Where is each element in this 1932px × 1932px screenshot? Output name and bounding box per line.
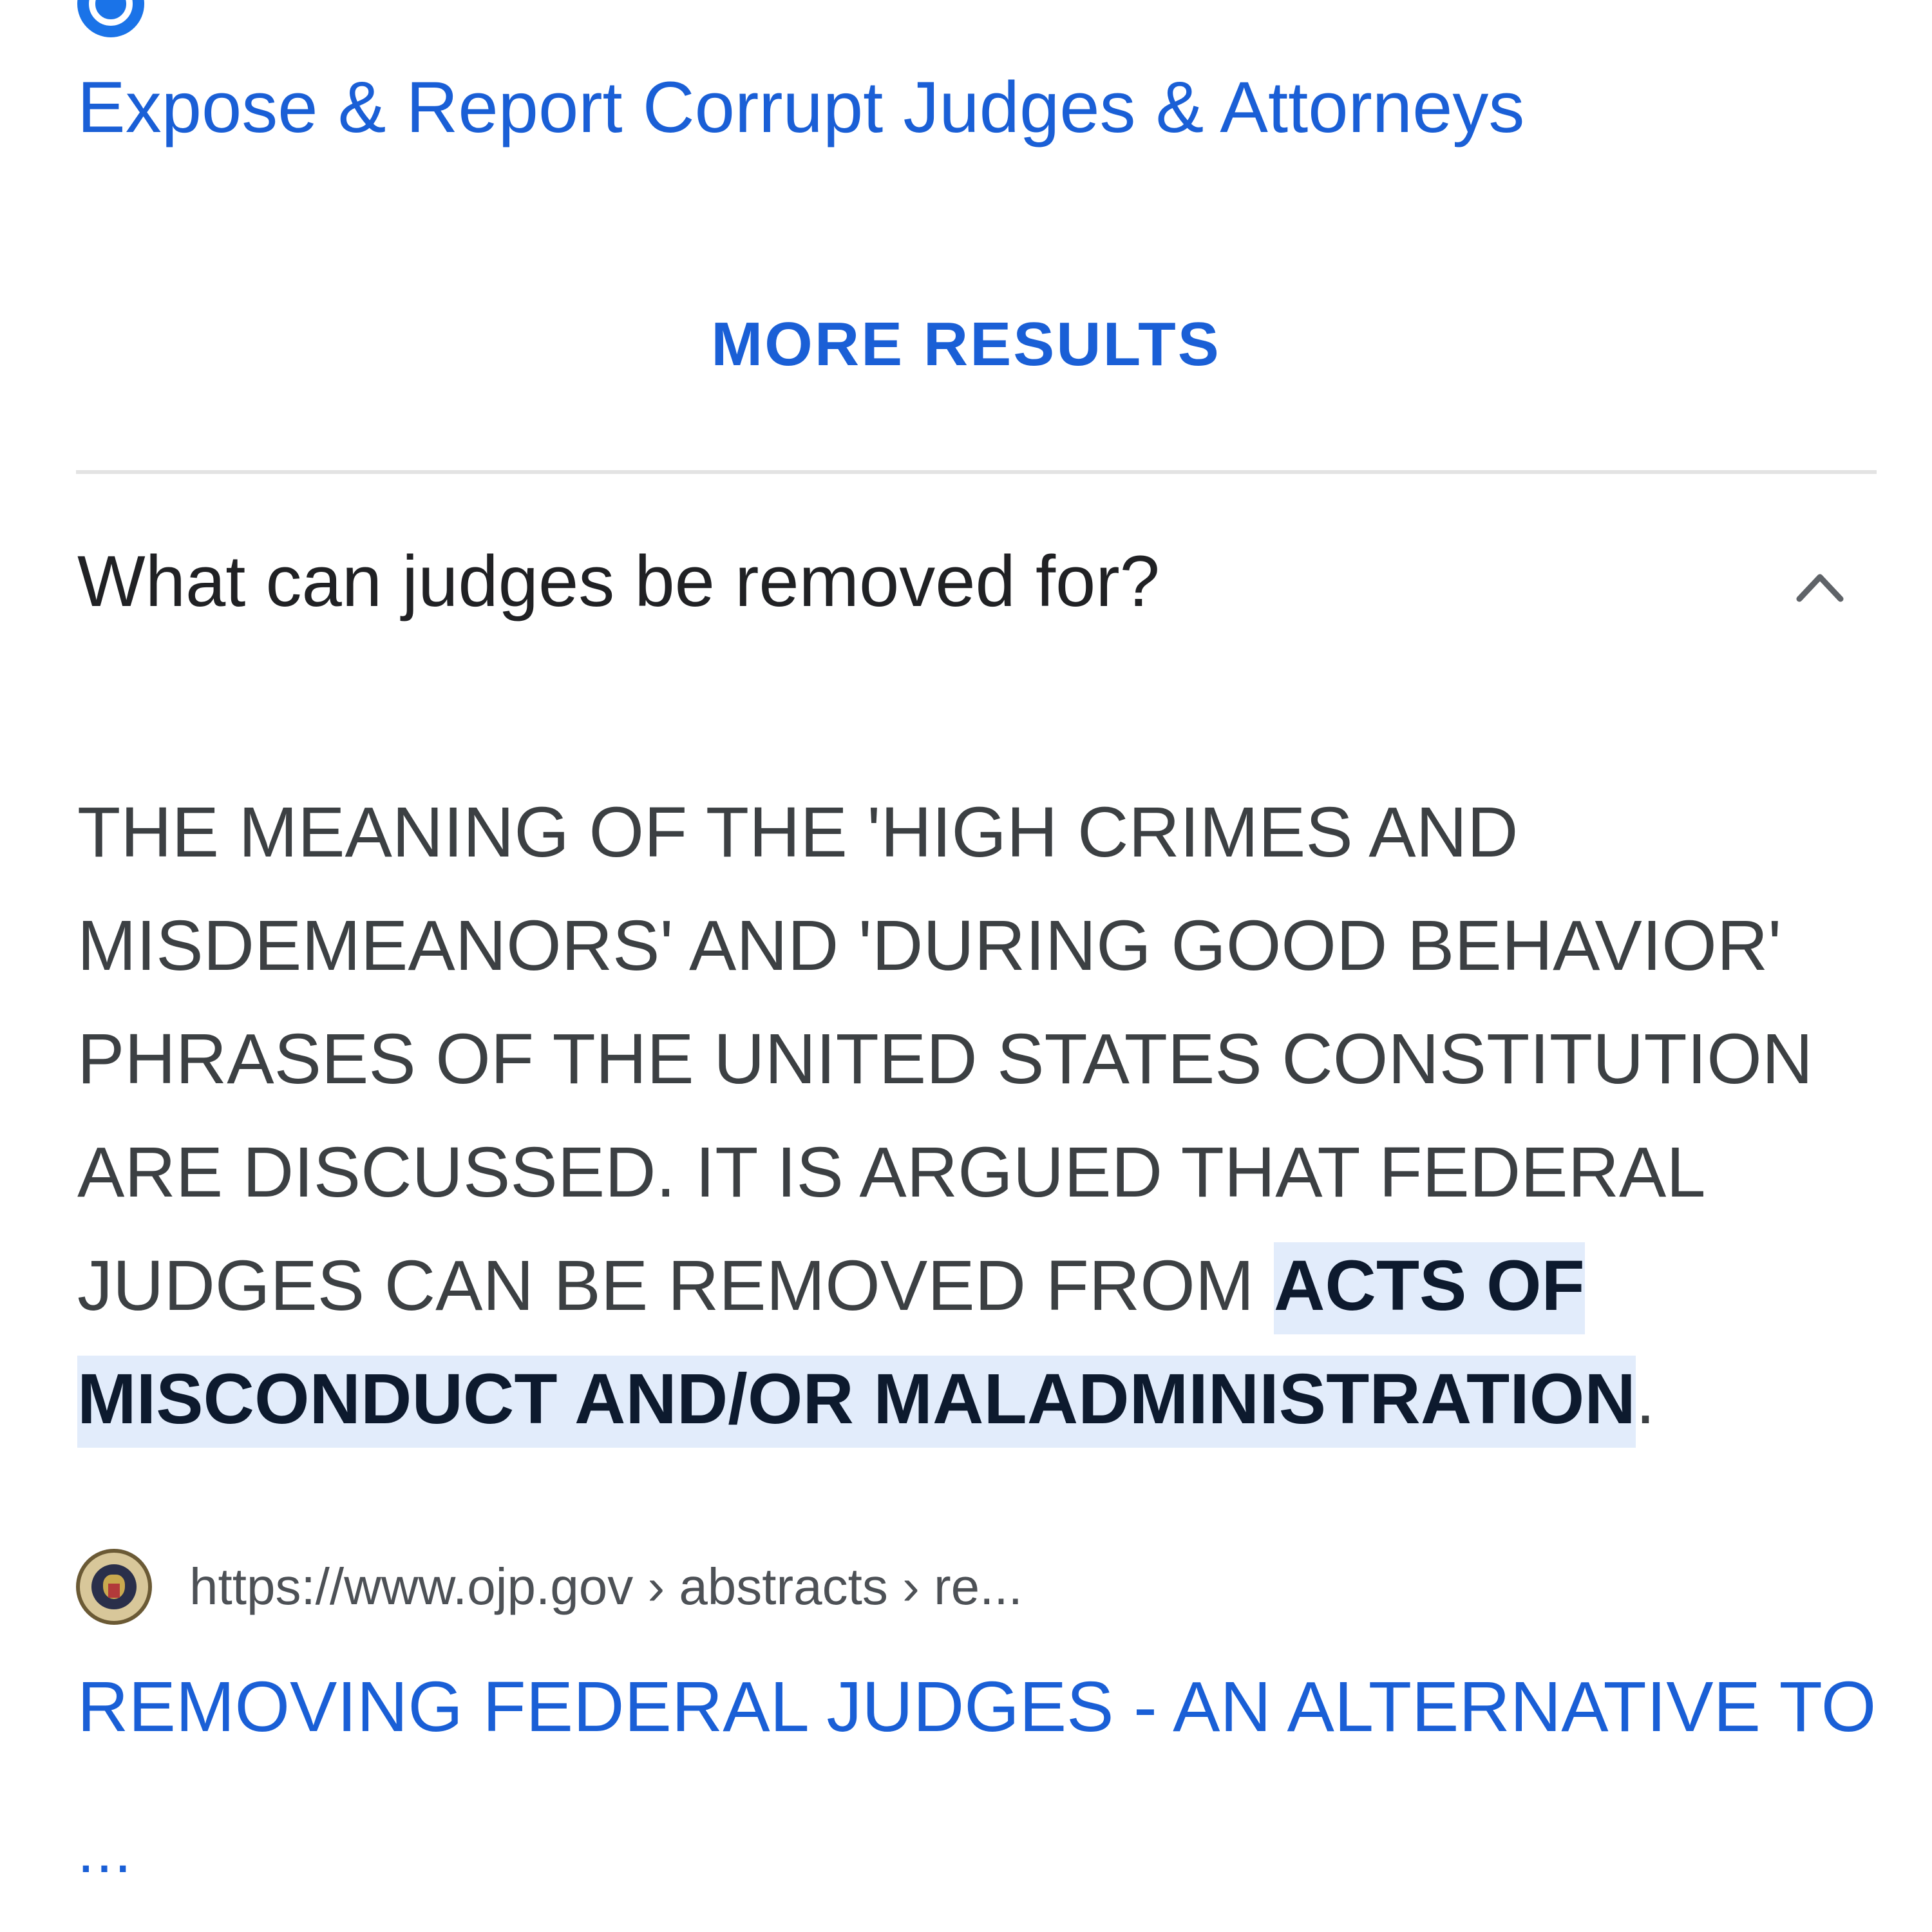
answer-line: MISCONDUCT AND/OR MALADMINISTRATION. xyxy=(77,1343,1868,1456)
chevron-up-icon[interactable] xyxy=(1794,567,1846,605)
answer-source[interactable]: https://www.ojp.gov › abstracts › re... xyxy=(76,1549,1023,1625)
result-title-link[interactable]: Expose & Report Corrupt Judges & Attorne… xyxy=(77,64,1524,151)
answer-line: MISDEMEANORS' AND 'DURING GOOD BEHAVIOR' xyxy=(77,906,1782,985)
source-url: https://www.ojp.gov › abstracts › re... xyxy=(189,1558,1023,1615)
search-results-page: Expose & Report Corrupt Judges & Attorne… xyxy=(0,0,1932,1932)
faq-answer: THE MEANING OF THE 'HIGH CRIMES AND MISD… xyxy=(77,776,1868,1456)
answer-text: . xyxy=(1635,1359,1656,1439)
answer-line: PHRASES OF THE UNITED STATES CONSTITUTIO… xyxy=(77,1019,1814,1099)
source-title-link[interactable]: REMOVING FEDERAL JUDGES - AN ALTERNATIVE… xyxy=(77,1665,1876,1750)
answer-text: JUDGES CAN BE REMOVED FROM xyxy=(77,1246,1274,1325)
top-result-source[interactable] xyxy=(77,0,688,37)
top-result-url xyxy=(173,0,688,23)
faq-question[interactable]: What can judges be removed for? xyxy=(77,540,1160,623)
answer-highlight: MISCONDUCT AND/OR MALADMINISTRATION xyxy=(77,1356,1636,1448)
answer-line: JUDGES CAN BE REMOVED FROM ACTS OF xyxy=(77,1229,1868,1343)
answer-highlight: ACTS OF xyxy=(1273,1242,1585,1334)
divider xyxy=(76,470,1877,474)
doj-seal-icon xyxy=(76,1549,152,1625)
more-results-button[interactable]: MORE RESULTS xyxy=(0,309,1932,380)
globe-icon xyxy=(77,0,144,37)
source-title-ellipsis[interactable]: ... xyxy=(77,1816,133,1887)
answer-line: ARE DISCUSSED. IT IS ARGUED THAT FEDERAL xyxy=(77,1133,1706,1212)
answer-line: THE MEANING OF THE 'HIGH CRIMES AND xyxy=(77,793,1519,872)
